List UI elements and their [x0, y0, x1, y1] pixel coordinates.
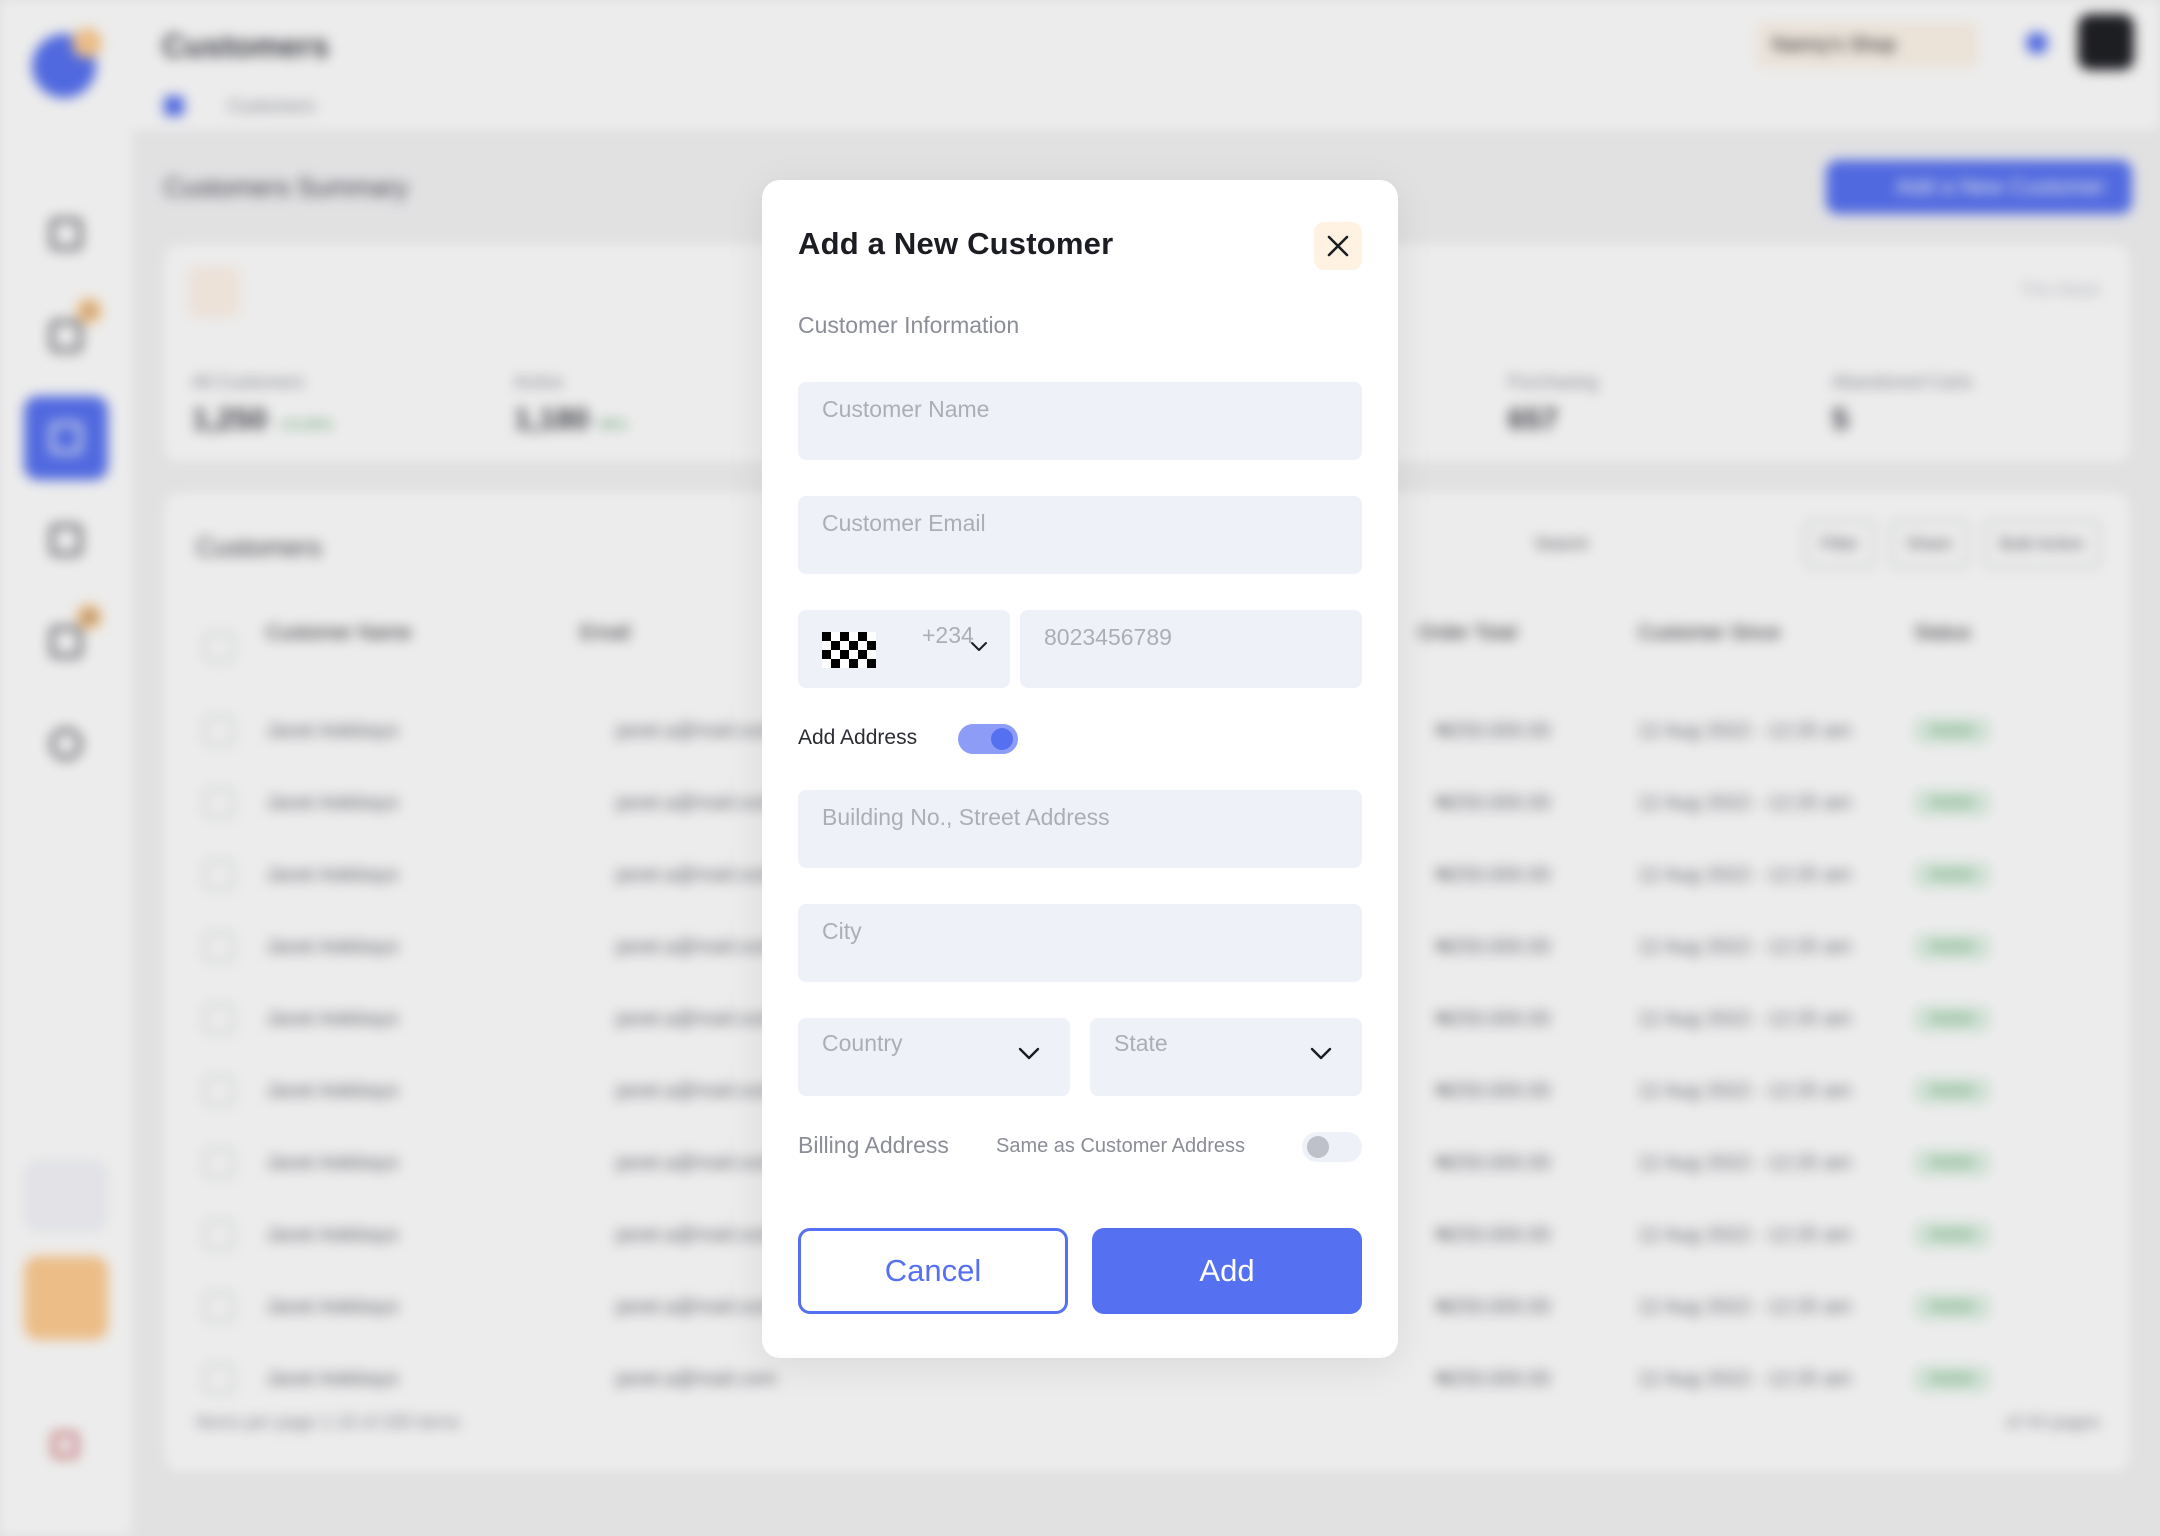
add-address-label: Add Address [798, 726, 918, 749]
billing-address-label: Billing Address [798, 1132, 949, 1158]
chevron-down-icon [1310, 1047, 1332, 1060]
chevron-down-icon [1018, 1047, 1040, 1060]
country-code: +234 [922, 622, 974, 648]
customer-name-input[interactable] [798, 382, 1362, 460]
city-input[interactable] [798, 904, 1362, 982]
customer-email-input[interactable] [798, 496, 1362, 574]
cancel-button[interactable]: Cancel [798, 1228, 1068, 1314]
add-address-toggle[interactable] [958, 724, 1018, 754]
flag-icon [822, 632, 876, 668]
toggle-knob [991, 728, 1013, 750]
state-select[interactable]: State [1090, 1018, 1362, 1096]
street-address-input[interactable] [798, 790, 1362, 868]
chevron-down-icon [971, 642, 987, 651]
country-select[interactable]: Country [798, 1018, 1070, 1096]
toggle-knob [1307, 1136, 1329, 1158]
country-placeholder: Country [822, 1030, 903, 1056]
phone-number-input[interactable] [1020, 610, 1362, 688]
close-icon [1327, 235, 1349, 257]
same-as-customer-label: Same as Customer Address [996, 1135, 1245, 1157]
modal-title: Add a New Customer [798, 226, 1114, 261]
same-address-toggle[interactable] [1302, 1132, 1362, 1162]
country-code-select[interactable]: +234 [798, 610, 1010, 688]
state-placeholder: State [1114, 1030, 1168, 1056]
add-customer-modal: Add a New Customer Customer Information … [762, 180, 1398, 1358]
add-button[interactable]: Add [1092, 1228, 1362, 1314]
close-button[interactable] [1314, 222, 1362, 270]
section-label: Customer Information [798, 312, 1020, 338]
